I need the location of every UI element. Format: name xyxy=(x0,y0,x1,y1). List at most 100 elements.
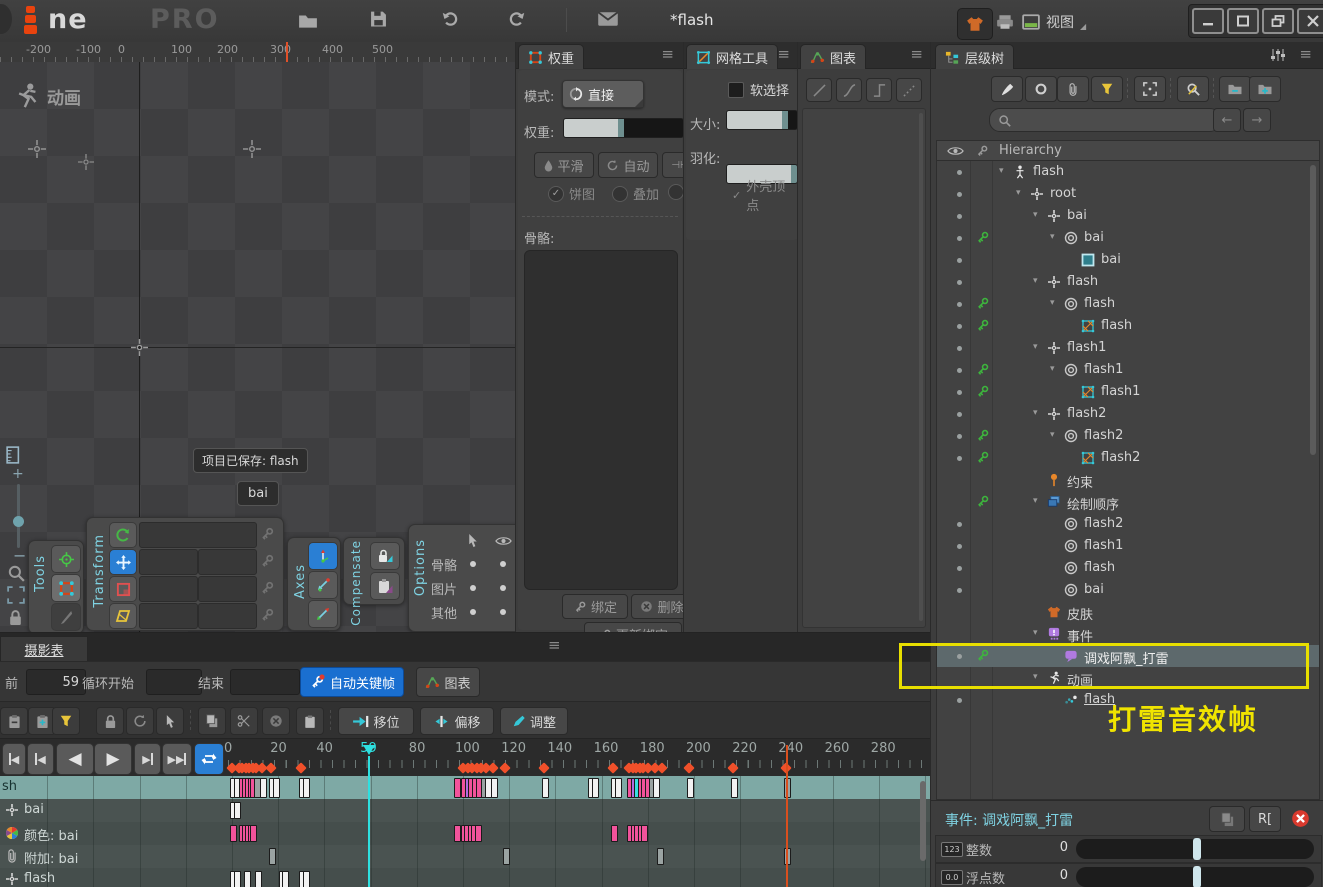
tab-hierarchy[interactable]: 层级树 xyxy=(935,44,1014,69)
tree-row-皮肤[interactable]: 皮肤 xyxy=(937,601,1319,623)
scale-button[interactable] xyxy=(109,576,137,602)
paste-button[interactable] xyxy=(296,707,324,735)
weight-slider[interactable] xyxy=(563,118,684,138)
playhead-handle[interactable] xyxy=(363,745,375,755)
visibility-dot[interactable] xyxy=(957,698,962,703)
int-slider[interactable] xyxy=(1076,839,1314,859)
keyframe[interactable] xyxy=(657,848,664,865)
expand-arrow-icon[interactable]: ▾ xyxy=(1033,628,1038,638)
filter-settings-icon[interactable] xyxy=(1270,48,1286,62)
go-to-start-button[interactable]: ◀ xyxy=(2,743,26,775)
keyframe[interactable] xyxy=(592,778,599,798)
keyframe[interactable] xyxy=(731,778,738,798)
next-key-button[interactable]: ▶ xyxy=(134,743,161,775)
undo-icon[interactable] xyxy=(440,10,459,28)
tab-graph[interactable]: 图表 xyxy=(800,44,866,69)
mail-export-icon[interactable] xyxy=(597,11,619,27)
lock-button[interactable] xyxy=(96,707,124,735)
frame-field[interactable]: 59 xyxy=(26,669,86,695)
visibility-dot[interactable] xyxy=(957,280,962,285)
expand-arrow-icon[interactable]: ▾ xyxy=(1050,364,1055,374)
tree-row-绘制顺序[interactable]: ▾绘制顺序 xyxy=(937,491,1319,513)
keyframe[interactable] xyxy=(475,825,482,842)
attachment-button[interactable] xyxy=(1057,76,1089,102)
search-next-button[interactable]: → xyxy=(1243,108,1271,132)
key-translate-icon[interactable] xyxy=(259,553,275,569)
timeline-tracks[interactable]: shbai颜色: bai附加: baiflash xyxy=(0,776,930,887)
curve-linear-button[interactable] xyxy=(806,78,832,102)
mode-dropdown[interactable]: 直接 xyxy=(562,80,644,108)
tree-row-flash2[interactable]: flash2 xyxy=(937,447,1319,469)
bone-crosshair[interactable] xyxy=(78,154,94,170)
shift-button[interactable]: 移位 xyxy=(338,707,414,735)
loop-start-field[interactable] xyxy=(146,669,202,695)
lock-view-icon[interactable] xyxy=(8,609,23,626)
tree-row-root[interactable]: ▾root xyxy=(937,183,1319,205)
key-column-icon[interactable] xyxy=(975,144,989,158)
refresh-button[interactable] xyxy=(126,707,154,735)
ruler-toggle-icon[interactable] xyxy=(6,445,24,465)
tree-row-flash2[interactable]: ▾flash2 xyxy=(937,425,1319,447)
bones-visible-dot[interactable] xyxy=(500,561,506,567)
tree-row-flash1[interactable]: flash1 xyxy=(937,381,1319,403)
weights-tool-button[interactable] xyxy=(51,574,81,602)
copy-button[interactable] xyxy=(198,707,226,735)
tracks-scrollbar[interactable] xyxy=(920,781,926,861)
tree-row-flash1[interactable]: flash1 xyxy=(937,535,1319,557)
keyed-icon[interactable] xyxy=(975,296,990,311)
expand-arrow-icon[interactable]: ▾ xyxy=(1016,188,1021,198)
minimize-button[interactable] xyxy=(1192,8,1224,34)
close-button[interactable] xyxy=(1297,8,1323,34)
visibility-dot[interactable] xyxy=(957,368,962,373)
tree-row-flash2[interactable]: ▾flash2 xyxy=(937,403,1319,425)
splitter-handle-icon[interactable]: ≡ xyxy=(548,638,561,653)
expand-arrow-icon[interactable]: ▾ xyxy=(999,166,1004,176)
axes-parent-button[interactable] xyxy=(308,571,338,599)
filter-button[interactable] xyxy=(1091,76,1123,102)
tree-row-bai[interactable]: ▾bai xyxy=(937,227,1319,249)
graph-editor-area[interactable] xyxy=(802,108,926,628)
keyframe[interactable] xyxy=(255,871,262,887)
tab-weights[interactable]: 权重 xyxy=(518,44,584,69)
search-keys-button[interactable] xyxy=(1177,76,1209,102)
visibility-dot[interactable] xyxy=(957,258,962,263)
float-value[interactable]: 0 xyxy=(1036,868,1068,883)
tree-row-flash1[interactable]: ▾flash1 xyxy=(937,337,1319,359)
expand-arrow-icon[interactable]: ▾ xyxy=(1050,430,1055,440)
go-to-end-button[interactable]: ▶▶ xyxy=(162,743,192,775)
tree-row-约束[interactable]: 约束 xyxy=(937,469,1319,491)
key-rotate-icon[interactable] xyxy=(259,526,275,542)
delete-button[interactable]: 删除 xyxy=(631,594,684,619)
eye-column-icon[interactable] xyxy=(947,145,964,157)
save-icon[interactable] xyxy=(370,10,387,28)
key-shear-icon[interactable] xyxy=(259,607,275,623)
redo-icon[interactable] xyxy=(508,10,527,28)
keyframe[interactable] xyxy=(234,802,241,819)
keyed-icon[interactable] xyxy=(975,362,990,377)
expand-arrow-icon[interactable]: ▾ xyxy=(1033,496,1038,506)
pie-checkbox[interactable]: ✓饼图 xyxy=(548,184,595,203)
keyframe[interactable] xyxy=(491,778,498,798)
viewport-canvas[interactable]: 动画 项目已保存: flash bai + − Tools xyxy=(0,62,515,632)
keyframe[interactable] xyxy=(282,871,289,887)
tree-row-flash[interactable]: flash xyxy=(937,315,1319,337)
visibility-dot[interactable] xyxy=(957,302,962,307)
skin-button[interactable] xyxy=(957,8,993,40)
visibility-dot[interactable] xyxy=(957,346,962,351)
keyframe[interactable] xyxy=(611,825,618,842)
bones-select-dot[interactable] xyxy=(470,561,476,567)
rotate-button[interactable] xyxy=(109,522,137,548)
keyframe[interactable] xyxy=(273,778,280,798)
keyframe[interactable] xyxy=(542,778,549,798)
graph-button[interactable]: 图表 xyxy=(416,667,480,697)
soft-select-checkbox[interactable]: 软选择 xyxy=(728,80,789,99)
expand-arrow-icon[interactable]: ▾ xyxy=(1033,210,1038,220)
visibility-dot[interactable] xyxy=(957,170,962,175)
keyframe[interactable] xyxy=(269,848,276,865)
tab-dopesheet[interactable]: 摄影表 xyxy=(0,636,88,662)
keyframe[interactable] xyxy=(503,848,510,865)
bind-button[interactable]: 绑定 xyxy=(562,594,628,619)
playhead[interactable] xyxy=(368,756,370,887)
create-bone-button[interactable] xyxy=(991,76,1023,102)
keyed-icon[interactable] xyxy=(975,384,990,399)
